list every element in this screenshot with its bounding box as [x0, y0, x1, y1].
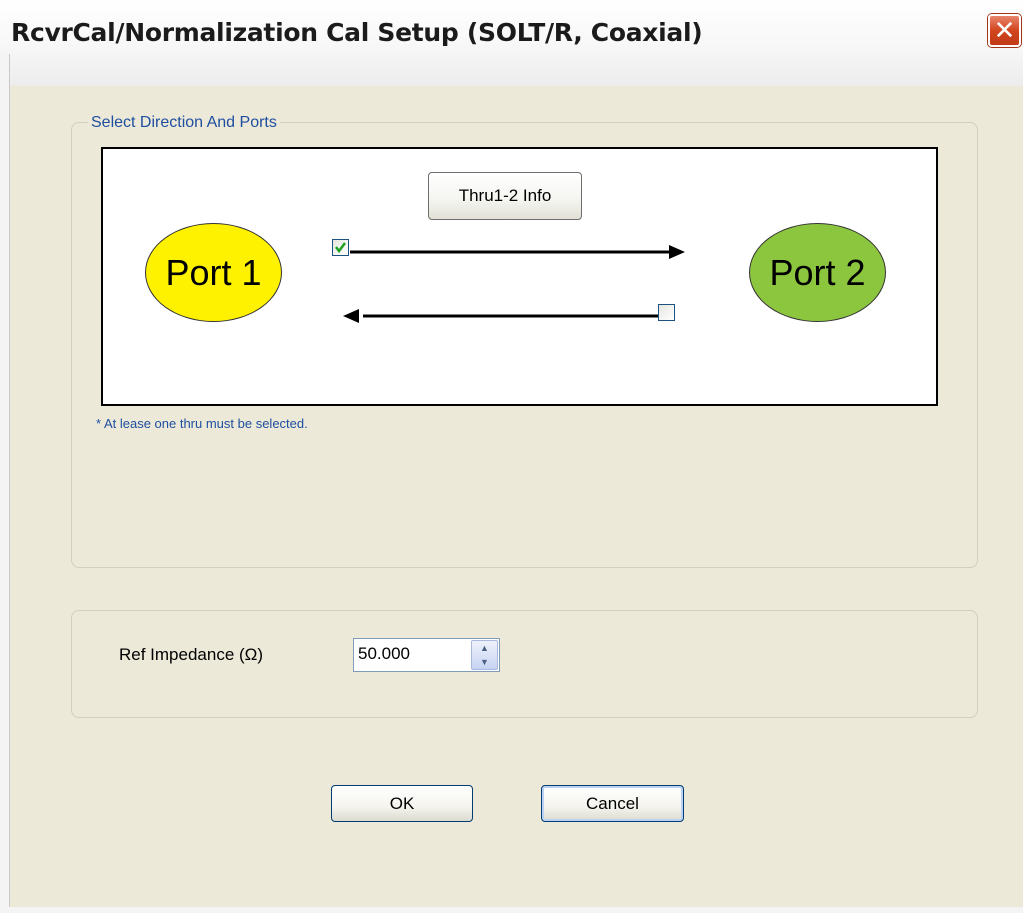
spin-buttons: ▲ ▼: [471, 640, 498, 670]
dialog-title: RcvrCal/Normalization Cal Setup (SOLT/R,…: [11, 18, 703, 47]
thru-2-to-1-checkbox[interactable]: [658, 304, 675, 321]
spin-down-icon[interactable]: ▼: [472, 655, 497, 669]
ok-button[interactable]: OK: [331, 785, 473, 822]
cal-setup-dialog: RcvrCal/Normalization Cal Setup (SOLT/R,…: [0, 0, 1023, 913]
reverse-arrow-head: [343, 309, 359, 323]
window-left-border: [0, 54, 10, 913]
ref-impedance-value[interactable]: 50.000: [358, 644, 410, 664]
checkmark-icon: [335, 242, 346, 254]
direction-ports-legend: Select Direction And Ports: [88, 114, 280, 132]
thru-diagram: Port 1 Port 2 Thru1-2 Info: [101, 147, 938, 406]
thru-1-to-2-checkbox[interactable]: [332, 239, 349, 256]
ref-impedance-label: Ref Impedance (Ω): [119, 645, 264, 664]
title-bar[interactable]: RcvrCal/Normalization Cal Setup (SOLT/R,…: [0, 0, 1023, 86]
close-button[interactable]: ✕: [988, 14, 1021, 47]
forward-arrow-head: [669, 245, 685, 259]
ref-impedance-spinbox[interactable]: 50.000 ▲ ▼: [353, 638, 500, 672]
window-bottom-border: [0, 907, 1023, 913]
close-icon: ✕: [993, 16, 1016, 46]
direction-arrows: [343, 245, 685, 323]
cancel-button[interactable]: Cancel: [541, 785, 684, 822]
thru-note: * At lease one thru must be selected.: [96, 416, 308, 431]
spin-up-icon[interactable]: ▲: [472, 641, 497, 655]
